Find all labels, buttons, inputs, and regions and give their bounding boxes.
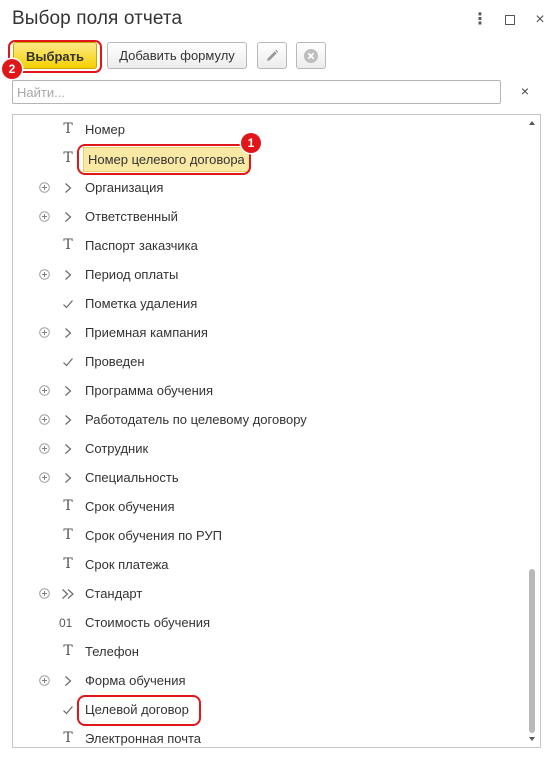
expand-plus-icon[interactable] [39,385,50,396]
text-type-icon: T [63,556,73,572]
scroll-up-icon[interactable] [528,119,536,127]
edit-button[interactable] [257,42,287,69]
expand-plus-icon[interactable] [39,443,50,454]
annotation-badge-2: 2 [2,59,22,79]
field-tree: T Номер T Номер целевого договора Организаци… [12,114,541,748]
tree-row[interactable]: Пометка удаления [13,290,523,319]
tree-row[interactable]: Сотрудник [13,435,523,464]
close-icon[interactable]: × [530,10,550,30]
tree-row-label: Стоимость обучения [85,615,211,630]
text-type-icon: T [63,643,73,659]
tree-row[interactable]: 01 Стоимость обучения [13,609,523,638]
checkmark-type-icon [63,358,73,367]
tree-row[interactable]: T Телефон [13,638,523,667]
tree-row[interactable]: Программа обучения [13,377,523,406]
clear-search-icon[interactable]: × [517,83,533,99]
tree-row[interactable]: Ответственный [13,203,523,232]
chevron-right-icon [65,270,72,280]
annotation-badge-1: 1 [241,133,261,153]
tree-row-label: Срок платежа [85,557,169,572]
tree-row-label: Организация [85,180,164,195]
pencil-icon [267,49,279,61]
chevron-right-icon [65,444,72,454]
chevron-right-icon [65,676,72,686]
tree-row[interactable]: T Срок обучения [13,493,523,522]
toolbar: Выбрать Добавить формулу [0,40,560,74]
tree-row-label: Номер целевого договора [83,147,250,172]
scroll-down-icon[interactable] [528,735,536,743]
tree-row[interactable]: T Срок обучения по РУП [13,522,523,551]
expand-plus-icon[interactable] [39,472,50,483]
tree-row-label: Номер [85,122,126,137]
scroll-thumb[interactable] [529,569,535,733]
add-formula-button[interactable]: Добавить формулу [107,42,247,69]
tree-row[interactable]: T Номер целевого договора [13,145,523,174]
tree-row[interactable]: Проведен [13,348,523,377]
expand-plus-icon[interactable] [39,588,50,599]
tree-row-label: Период оплаты [85,267,179,282]
checkmark-type-icon [63,300,73,309]
tree-row[interactable]: Форма обучения [13,667,523,696]
tree-row-label: Целевой договор [85,702,189,717]
chevron-right-icon [65,212,72,222]
tree-row-label: Специальность [85,470,179,485]
tree-row[interactable]: Работодатель по целевому договору [13,406,523,435]
tree-row-label: Срок обучения [85,499,175,514]
tree-row-label: Паспорт заказчика [85,238,198,253]
search-input[interactable] [13,81,500,103]
tree-row[interactable]: Организация [13,174,523,203]
tree-row-label: Приемная кампания [85,325,208,340]
tree-row-label: Сотрудник [85,441,149,456]
chevron-right-icon [65,328,72,338]
tree-row-label: Форма обучения [85,673,186,688]
tree-row[interactable]: Специальность [13,464,523,493]
tree-row[interactable]: T Паспорт заказчика [13,232,523,261]
expand-plus-icon[interactable] [39,182,50,193]
tree-row[interactable]: T Срок платежа [13,551,523,580]
text-type-icon: T [63,498,73,514]
tree-row[interactable]: Приемная кампания [13,319,523,348]
text-type-icon: T [63,150,73,166]
tree-row-label: Проведен [85,354,145,369]
tree-row[interactable]: T Номер [13,116,523,145]
expand-plus-icon[interactable] [39,414,50,425]
delete-button[interactable] [296,42,326,69]
expand-plus-icon[interactable] [39,211,50,222]
tree-row-label: Пометка удаления [85,296,198,311]
tree-row-label: Электронная почта [85,731,202,746]
tree-row[interactable]: Период оплаты [13,261,523,290]
title-bar: Выбор поля отчета ⋮ × [0,0,560,40]
chevron-right-icon [65,183,72,193]
expand-plus-icon[interactable] [39,675,50,686]
maximize-icon[interactable] [500,10,520,30]
tree-row[interactable]: Целевой договор [13,696,523,725]
tree-row-label: Работодатель по целевому договору [85,412,307,427]
tree-row-label: Стандарт [85,586,143,601]
text-type-icon: T [63,237,73,253]
more-options-icon[interactable]: ⋮ [470,10,490,30]
chevron-right-icon [65,386,72,396]
vertical-scrollbar[interactable] [527,117,537,745]
tree-row-label: Программа обучения [85,383,214,398]
expand-plus-icon[interactable] [39,269,50,280]
window-title: Выбор поля отчета [12,8,183,29]
number-type-icon: 01 [59,616,73,630]
chevron-right-icon [65,473,72,483]
tree-row[interactable]: T Электронная почта [13,725,523,747]
checkmark-type-icon [63,706,73,715]
delete-circle-icon [304,49,318,63]
tree-row-label: Срок обучения по РУП [85,528,223,543]
search-box [12,80,501,104]
chevron-right-icon [65,415,72,425]
double-chevron-icon [62,589,74,599]
select-button[interactable]: Выбрать [13,42,97,69]
text-type-icon: T [63,527,73,543]
text-type-icon: T [63,121,73,137]
tree-row-label: Телефон [85,644,139,659]
expand-plus-icon[interactable] [39,327,50,338]
text-type-icon: T [63,730,73,746]
tree-row-label: Ответственный [85,209,178,224]
tree-row[interactable]: Стандарт [13,580,523,609]
